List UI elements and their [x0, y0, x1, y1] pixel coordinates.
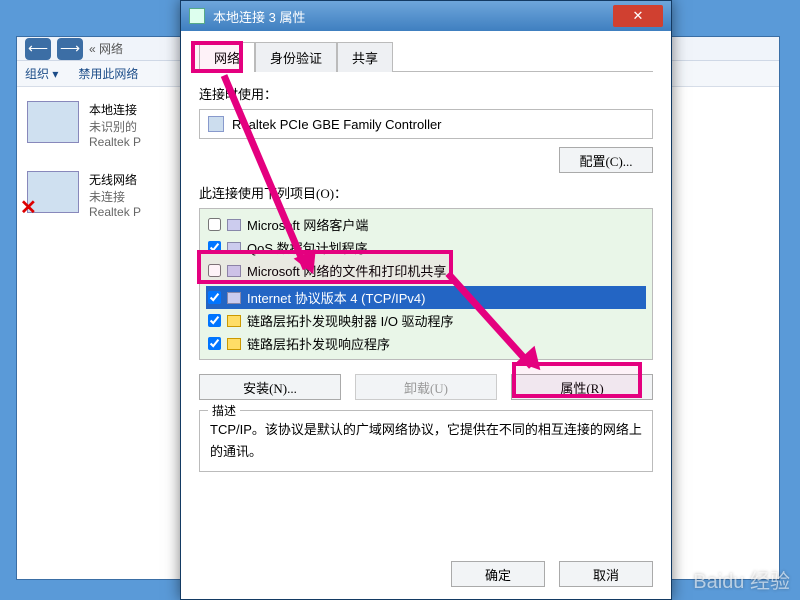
driver-icon	[227, 338, 241, 350]
list-item[interactable]: QoS 数据包计划程序	[206, 236, 646, 259]
dialog-body: 网络 身份验证 共享 连接时使用： Realtek PCIe GBE Famil…	[181, 31, 671, 482]
dialog-footer: 确定 取消	[451, 561, 653, 587]
uninstall-button: 卸载(U)	[355, 374, 497, 400]
protocol-icon	[227, 292, 241, 304]
adapter-box: Realtek PCIe GBE Family Controller	[199, 109, 653, 139]
configure-button[interactable]: 配置(C)...	[559, 147, 653, 173]
connection-text: 无线网络 未连接 Realtek P	[89, 171, 141, 219]
disable-device-button[interactable]: 禁用此网络	[78, 65, 138, 82]
list-item-selected[interactable]: Internet 协议版本 4 (TCP/IPv4)	[206, 286, 646, 309]
properties-button[interactable]: 属性(R)	[511, 374, 653, 400]
adapter-icon	[208, 116, 224, 132]
item-checkbox[interactable]	[208, 337, 221, 350]
close-button[interactable]: ✕	[613, 5, 663, 27]
properties-dialog: 本地连接 3 属性 ✕ 网络 身份验证 共享 连接时使用： Realtek PC…	[180, 0, 672, 600]
item-label: Microsoft 网络客户端	[247, 215, 368, 234]
tab-network[interactable]: 网络	[199, 42, 255, 72]
connection-name: 本地连接	[89, 101, 141, 118]
item-checkbox[interactable]	[208, 241, 221, 254]
dialog-icon	[189, 8, 205, 24]
connection-text: 本地连接 未识别的 Realtek P	[89, 101, 141, 149]
tab-authentication[interactable]: 身份验证	[255, 42, 337, 72]
connection-status: 未连接	[89, 188, 141, 205]
connection-name: 无线网络	[89, 171, 141, 188]
tab-strip: 网络 身份验证 共享	[199, 41, 653, 72]
description-text: TCP/IP。该协议是默认的广域网络协议，它提供在不同的相互连接的网络上的通讯。	[210, 422, 642, 459]
nav-back-button[interactable]: ⟵	[25, 38, 51, 60]
item-label: 链路层拓扑发现映射器 I/O 驱动程序	[247, 311, 454, 330]
organize-menu[interactable]: 组织 ▾	[25, 65, 58, 82]
install-button[interactable]: 安装(N)...	[199, 374, 341, 400]
connection-adapter: Realtek P	[89, 135, 141, 149]
dialog-title: 本地连接 3 属性	[213, 7, 305, 26]
item-checkbox[interactable]	[208, 218, 221, 231]
service-icon	[227, 242, 241, 254]
client-icon	[227, 219, 241, 231]
list-item[interactable]: Microsoft 网络客户端	[206, 213, 646, 236]
item-checkbox[interactable]	[208, 264, 221, 277]
item-checkbox[interactable]	[208, 314, 221, 327]
connection-adapter: Realtek P	[89, 205, 141, 219]
item-label: QoS 数据包计划程序	[247, 238, 368, 257]
service-icon	[227, 265, 241, 277]
item-label: 链路层拓扑发现响应程序	[247, 334, 390, 353]
cancel-button[interactable]: 取消	[559, 561, 653, 587]
tab-sharing[interactable]: 共享	[337, 42, 393, 72]
connection-status: 未识别的	[89, 118, 141, 135]
dialog-titlebar[interactable]: 本地连接 3 属性 ✕	[181, 1, 671, 31]
close-icon: ✕	[633, 8, 644, 24]
adapter-name: Realtek PCIe GBE Family Controller	[232, 117, 442, 132]
watermark: Baidu 经验	[693, 565, 790, 594]
description-box: TCP/IP。该协议是默认的广域网络协议，它提供在不同的相互连接的网络上的通讯。	[199, 410, 653, 472]
breadcrumb[interactable]: « 网络	[89, 40, 123, 57]
ok-button[interactable]: 确定	[451, 561, 545, 587]
item-label: Microsoft 网络的文件和打印机共享	[247, 261, 446, 280]
list-item[interactable]: 链路层拓扑发现映射器 I/O 驱动程序	[206, 309, 646, 332]
item-label: Internet 协议版本 4 (TCP/IPv4)	[247, 288, 425, 307]
connection-items-box[interactable]: Microsoft 网络客户端 QoS 数据包计划程序 Microsoft 网络…	[199, 208, 653, 360]
wifi-adapter-icon	[27, 171, 79, 213]
list-item[interactable]: 链路层拓扑发现响应程序	[206, 332, 646, 355]
nav-forward-button[interactable]: ⟶	[57, 38, 83, 60]
driver-icon	[227, 315, 241, 327]
items-label: 此连接使用下列项目(O)：	[199, 183, 653, 202]
network-adapter-icon	[27, 101, 79, 143]
item-checkbox[interactable]	[208, 291, 221, 304]
list-item[interactable]: Microsoft 网络的文件和打印机共享	[206, 259, 646, 282]
connect-using-label: 连接时使用：	[199, 84, 653, 103]
item-action-buttons: 安装(N)... 卸载(U) 属性(R)	[199, 374, 653, 400]
